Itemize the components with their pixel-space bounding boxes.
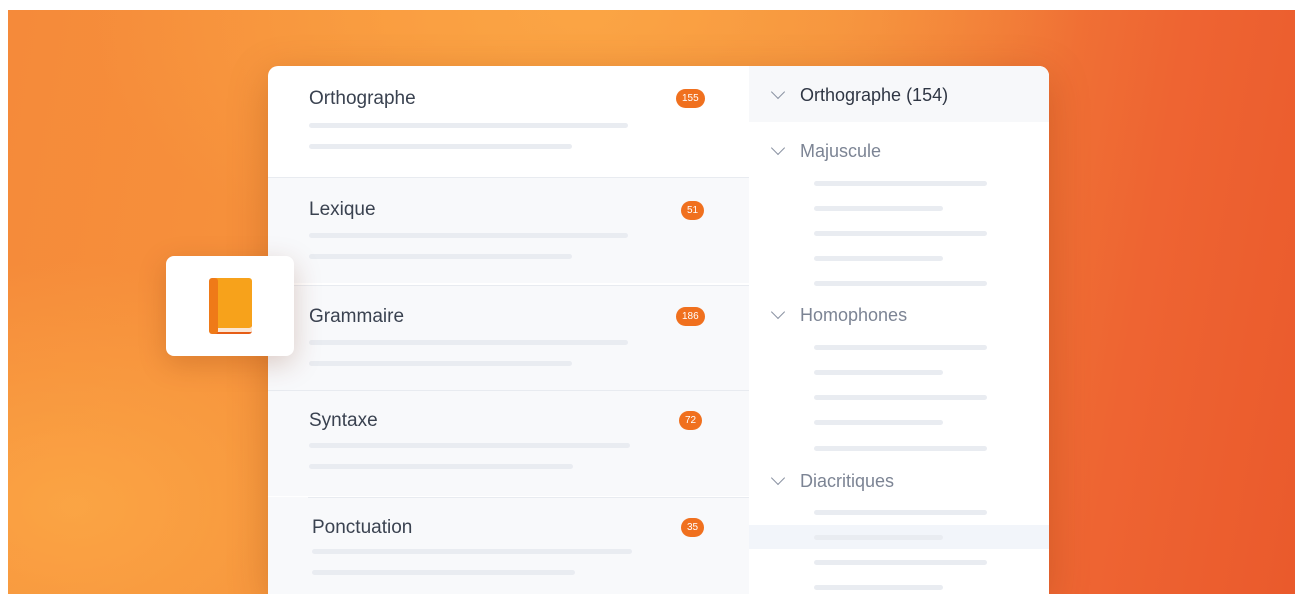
category-row-orthographe[interactable]: Orthographe 155 bbox=[268, 66, 749, 172]
placeholder-line bbox=[309, 144, 572, 149]
book-icon-card bbox=[166, 256, 294, 356]
placeholder-line bbox=[309, 123, 628, 128]
book-icon bbox=[209, 278, 252, 334]
placeholder-line bbox=[309, 233, 628, 238]
tree-header-item[interactable]: Orthographe (154) bbox=[770, 84, 949, 106]
placeholder-line bbox=[309, 443, 630, 448]
category-label: Lexique bbox=[309, 199, 376, 220]
category-row-syntaxe[interactable]: Syntaxe 72 bbox=[268, 390, 749, 496]
placeholder-line bbox=[814, 256, 943, 261]
count-badge: 155 bbox=[676, 89, 705, 108]
count-badge: 186 bbox=[676, 307, 705, 326]
tree-header-label: Orthographe (154) bbox=[800, 85, 949, 105]
tree-section-diacritiques[interactable]: Diacritiques bbox=[770, 470, 895, 492]
chevron-down-icon bbox=[770, 304, 786, 320]
placeholder-line bbox=[309, 340, 628, 345]
placeholder-line bbox=[814, 345, 987, 350]
placeholder-line bbox=[309, 361, 572, 366]
count-badge: 35 bbox=[681, 518, 705, 537]
row-divider bbox=[308, 497, 749, 498]
placeholder-line bbox=[309, 464, 573, 469]
placeholder-line bbox=[312, 570, 575, 575]
category-row-lexique[interactable]: Lexique 51 bbox=[268, 177, 749, 283]
tree-section-homophones[interactable]: Homophones bbox=[770, 304, 908, 326]
tree-section-label: Homophones bbox=[800, 305, 908, 325]
placeholder-line bbox=[814, 585, 943, 590]
chevron-down-icon bbox=[770, 140, 786, 156]
category-label: Ponctuation bbox=[312, 517, 413, 538]
category-label: Grammaire bbox=[309, 306, 405, 327]
placeholder-line bbox=[814, 446, 987, 451]
placeholder-line bbox=[814, 181, 987, 186]
placeholder-line bbox=[814, 206, 943, 211]
placeholder-line bbox=[312, 549, 632, 554]
category-label: Orthographe bbox=[309, 88, 416, 109]
row-divider bbox=[268, 390, 749, 391]
row-divider bbox=[268, 285, 749, 286]
count-badge: 72 bbox=[679, 411, 703, 430]
category-list: Orthographe 155 Lexique 51 Grammaire 186… bbox=[268, 66, 749, 594]
category-panel: Orthographe 155 Lexique 51 Grammaire 186… bbox=[268, 66, 1049, 594]
subcategory-tree: Orthographe (154) Majuscule Homophones D… bbox=[749, 66, 1049, 594]
tree-section-majuscule[interactable]: Majuscule bbox=[770, 140, 882, 162]
placeholder-line bbox=[309, 254, 572, 259]
chevron-down-icon bbox=[770, 84, 786, 100]
row-divider bbox=[268, 177, 749, 178]
chevron-down-icon bbox=[770, 470, 786, 486]
count-badge: 51 bbox=[681, 201, 705, 220]
tree-section-label: Diacritiques bbox=[800, 471, 895, 491]
placeholder-line bbox=[814, 510, 987, 515]
category-row-ponctuation[interactable]: Ponctuation 35 bbox=[268, 497, 749, 594]
tree-section-label: Majuscule bbox=[800, 141, 882, 161]
category-label: Syntaxe bbox=[309, 410, 378, 431]
category-row-grammaire[interactable]: Grammaire 186 bbox=[268, 285, 749, 391]
placeholder-line bbox=[814, 231, 987, 236]
placeholder-line bbox=[814, 370, 943, 375]
placeholder-line bbox=[814, 395, 987, 400]
placeholder-line bbox=[814, 420, 943, 425]
placeholder-line bbox=[814, 281, 987, 286]
placeholder-line bbox=[814, 535, 943, 540]
tree-header[interactable]: Orthographe (154) bbox=[749, 66, 1049, 122]
placeholder-line bbox=[814, 560, 987, 565]
